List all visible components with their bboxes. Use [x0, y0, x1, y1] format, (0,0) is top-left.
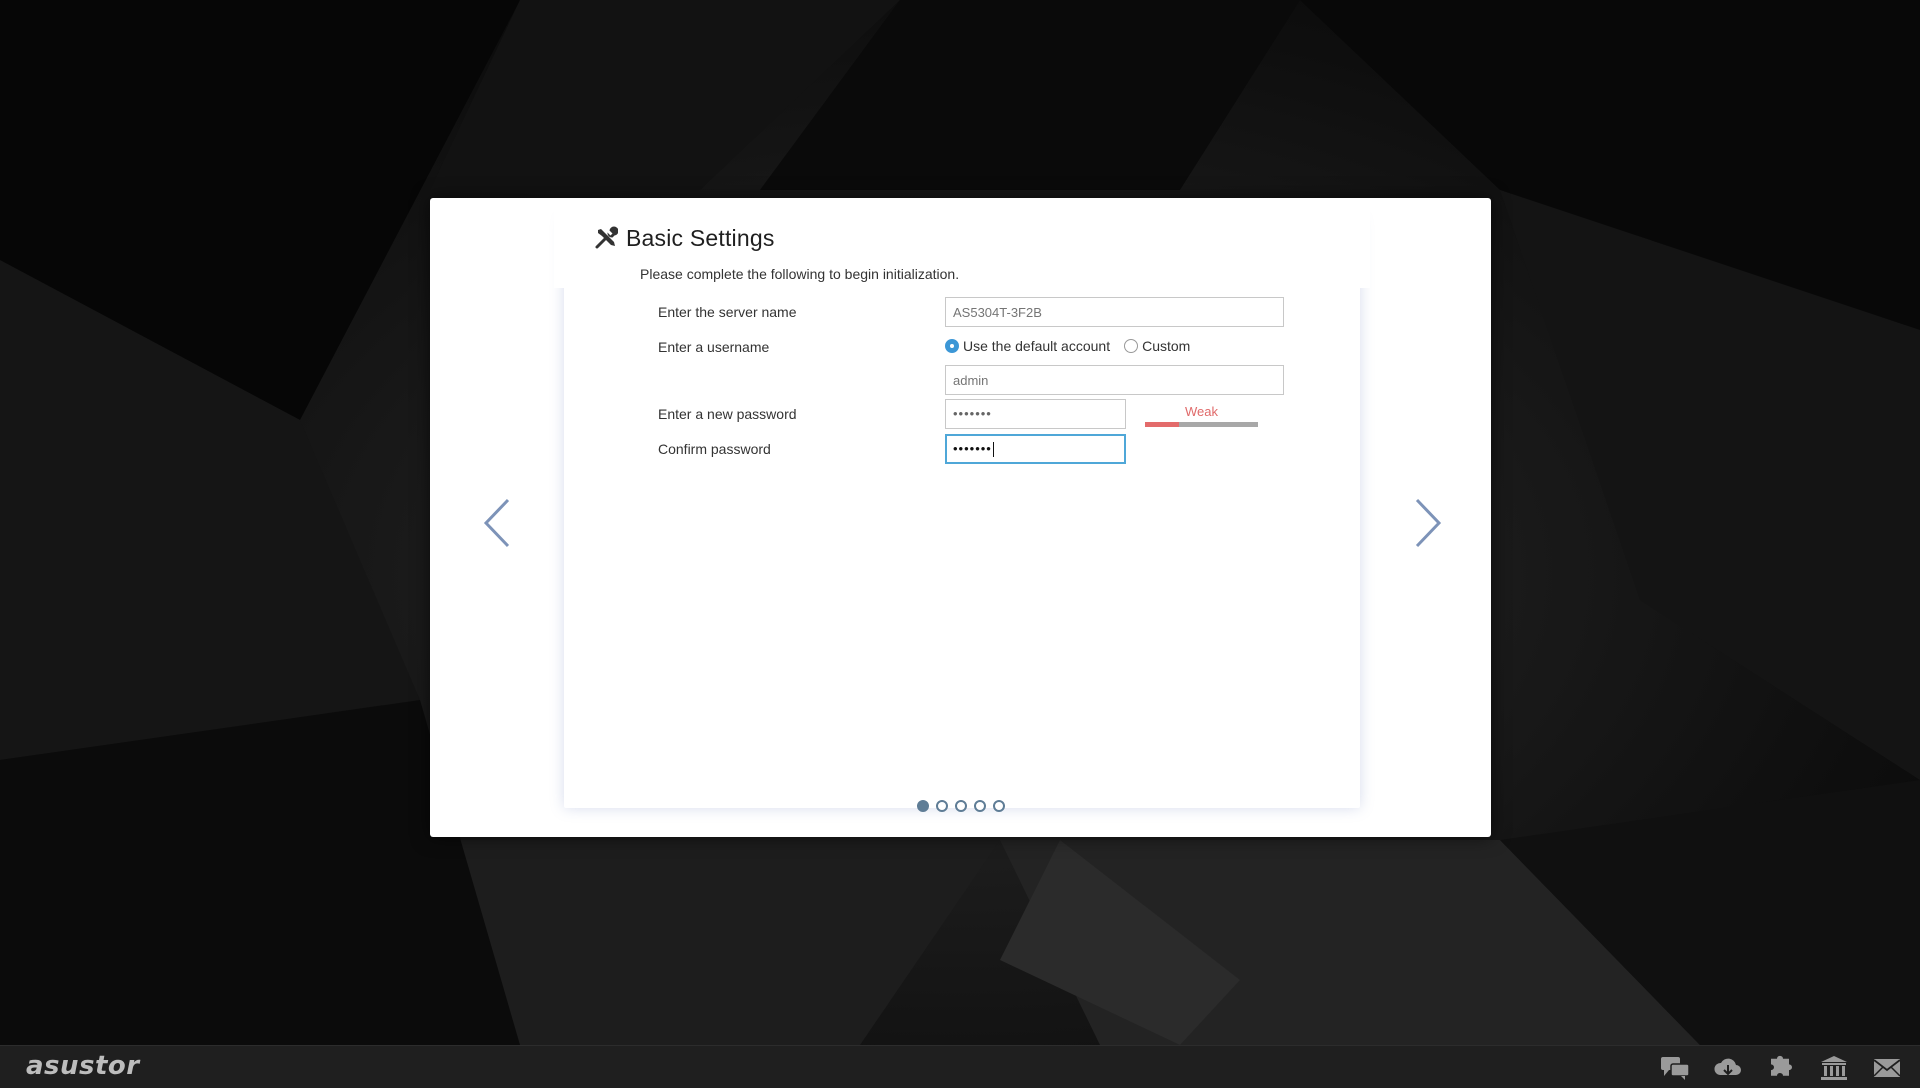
- confirm-password-value: •••••••: [953, 441, 992, 456]
- setup-wizard-dialog: Basic Settings Please complete the follo…: [430, 198, 1491, 837]
- step-dot-4[interactable]: [974, 800, 986, 812]
- step-dot-3[interactable]: [955, 800, 967, 812]
- server-name-input[interactable]: [945, 297, 1284, 327]
- default-account-radio[interactable]: [945, 339, 959, 353]
- bank-icon[interactable]: [1819, 1055, 1849, 1081]
- taskbar: asustor: [0, 1045, 1920, 1088]
- dialog-subtitle: Please complete the following to begin i…: [640, 266, 960, 282]
- new-password-value: •••••••: [953, 406, 992, 421]
- dialog-header: Basic Settings: [594, 222, 775, 254]
- puzzle-icon[interactable]: [1766, 1055, 1796, 1081]
- step-dot-1[interactable]: [917, 800, 929, 812]
- password-strength-label: Weak: [1185, 404, 1218, 419]
- tools-icon: [595, 226, 618, 249]
- default-account-radio-label[interactable]: Use the default account: [963, 338, 1110, 354]
- chat-icon[interactable]: [1660, 1055, 1690, 1081]
- custom-account-radio[interactable]: [1124, 339, 1139, 353]
- password-strength-meter: [1145, 422, 1258, 427]
- confirm-password-label: Confirm password: [658, 441, 771, 457]
- chevron-right-icon[interactable]: [1409, 496, 1445, 550]
- step-dot-5[interactable]: [993, 800, 1005, 812]
- username-label: Enter a username: [658, 339, 770, 355]
- page-title: Basic Settings: [626, 224, 775, 251]
- server-name-label: Enter the server name: [658, 304, 797, 320]
- step-dot-2[interactable]: [936, 800, 948, 812]
- cloud-download-icon[interactable]: [1713, 1055, 1743, 1081]
- new-password-label: Enter a new password: [658, 406, 797, 422]
- asustor-logo: asustor: [26, 1051, 140, 1081]
- new-password-input[interactable]: •••••••: [945, 399, 1126, 429]
- confirm-password-input[interactable]: •••••••: [945, 434, 1126, 464]
- password-strength-fill: [1145, 422, 1179, 427]
- mail-icon[interactable]: [1872, 1055, 1902, 1081]
- chevron-left-icon[interactable]: [480, 496, 516, 550]
- username-options: Use the default account Custom: [945, 338, 1190, 354]
- username-input[interactable]: [945, 365, 1284, 395]
- text-cursor: [992, 442, 994, 458]
- step-indicator: [917, 800, 1005, 812]
- custom-account-radio-label[interactable]: Custom: [1142, 338, 1190, 354]
